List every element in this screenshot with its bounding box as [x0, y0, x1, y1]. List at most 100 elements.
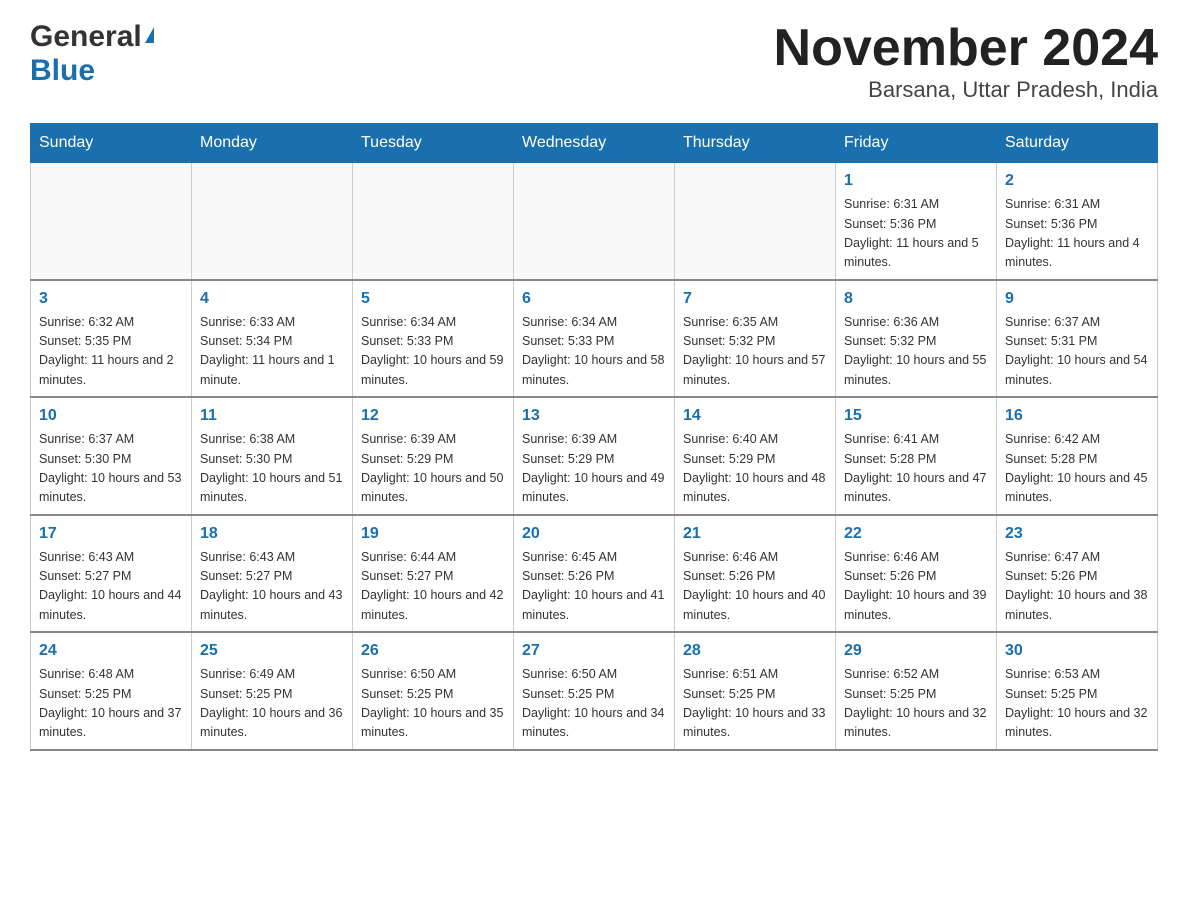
day-info: Sunrise: 6:52 AMSunset: 5:25 PMDaylight:…	[844, 665, 988, 743]
day-info: Sunrise: 6:49 AMSunset: 5:25 PMDaylight:…	[200, 665, 344, 743]
day-number: 21	[683, 522, 827, 546]
day-number: 24	[39, 639, 183, 663]
col-thursday: Thursday	[675, 124, 836, 163]
title-block: November 2024 Barsana, Uttar Pradesh, In…	[774, 20, 1158, 103]
table-row: 18Sunrise: 6:43 AMSunset: 5:27 PMDayligh…	[192, 515, 353, 633]
day-info: Sunrise: 6:50 AMSunset: 5:25 PMDaylight:…	[522, 665, 666, 743]
table-row: 19Sunrise: 6:44 AMSunset: 5:27 PMDayligh…	[353, 515, 514, 633]
table-row: 14Sunrise: 6:40 AMSunset: 5:29 PMDayligh…	[675, 397, 836, 515]
calendar-title: November 2024	[774, 20, 1158, 77]
day-number: 12	[361, 404, 505, 428]
col-friday: Friday	[836, 124, 997, 163]
day-info: Sunrise: 6:43 AMSunset: 5:27 PMDaylight:…	[39, 548, 183, 626]
calendar-week-row: 10Sunrise: 6:37 AMSunset: 5:30 PMDayligh…	[31, 397, 1158, 515]
day-info: Sunrise: 6:35 AMSunset: 5:32 PMDaylight:…	[683, 313, 827, 391]
table-row: 29Sunrise: 6:52 AMSunset: 5:25 PMDayligh…	[836, 632, 997, 750]
day-info: Sunrise: 6:31 AMSunset: 5:36 PMDaylight:…	[844, 195, 988, 273]
table-row: 3Sunrise: 6:32 AMSunset: 5:35 PMDaylight…	[31, 280, 192, 398]
day-info: Sunrise: 6:43 AMSunset: 5:27 PMDaylight:…	[200, 548, 344, 626]
day-number: 27	[522, 639, 666, 663]
day-info: Sunrise: 6:50 AMSunset: 5:25 PMDaylight:…	[361, 665, 505, 743]
day-number: 3	[39, 287, 183, 311]
table-row	[192, 163, 353, 280]
day-number: 4	[200, 287, 344, 311]
day-number: 20	[522, 522, 666, 546]
day-number: 9	[1005, 287, 1149, 311]
day-number: 15	[844, 404, 988, 428]
table-row: 1Sunrise: 6:31 AMSunset: 5:36 PMDaylight…	[836, 163, 997, 280]
table-row: 27Sunrise: 6:50 AMSunset: 5:25 PMDayligh…	[514, 632, 675, 750]
table-row: 16Sunrise: 6:42 AMSunset: 5:28 PMDayligh…	[997, 397, 1158, 515]
table-row	[675, 163, 836, 280]
table-row: 9Sunrise: 6:37 AMSunset: 5:31 PMDaylight…	[997, 280, 1158, 398]
day-number: 7	[683, 287, 827, 311]
day-info: Sunrise: 6:32 AMSunset: 5:35 PMDaylight:…	[39, 313, 183, 391]
table-row: 2Sunrise: 6:31 AMSunset: 5:36 PMDaylight…	[997, 163, 1158, 280]
day-number: 28	[683, 639, 827, 663]
page-header: General Blue November 2024 Barsana, Utta…	[30, 20, 1158, 103]
day-info: Sunrise: 6:39 AMSunset: 5:29 PMDaylight:…	[361, 430, 505, 508]
day-info: Sunrise: 6:31 AMSunset: 5:36 PMDaylight:…	[1005, 195, 1149, 273]
day-info: Sunrise: 6:41 AMSunset: 5:28 PMDaylight:…	[844, 430, 988, 508]
table-row: 23Sunrise: 6:47 AMSunset: 5:26 PMDayligh…	[997, 515, 1158, 633]
calendar-header-row: Sunday Monday Tuesday Wednesday Thursday…	[31, 124, 1158, 163]
day-info: Sunrise: 6:39 AMSunset: 5:29 PMDaylight:…	[522, 430, 666, 508]
logo: General Blue	[30, 20, 154, 88]
day-info: Sunrise: 6:38 AMSunset: 5:30 PMDaylight:…	[200, 430, 344, 508]
day-number: 17	[39, 522, 183, 546]
day-info: Sunrise: 6:45 AMSunset: 5:26 PMDaylight:…	[522, 548, 666, 626]
table-row: 24Sunrise: 6:48 AMSunset: 5:25 PMDayligh…	[31, 632, 192, 750]
table-row: 7Sunrise: 6:35 AMSunset: 5:32 PMDaylight…	[675, 280, 836, 398]
day-number: 25	[200, 639, 344, 663]
day-info: Sunrise: 6:47 AMSunset: 5:26 PMDaylight:…	[1005, 548, 1149, 626]
calendar-week-row: 17Sunrise: 6:43 AMSunset: 5:27 PMDayligh…	[31, 515, 1158, 633]
col-monday: Monday	[192, 124, 353, 163]
day-number: 6	[522, 287, 666, 311]
calendar-week-row: 1Sunrise: 6:31 AMSunset: 5:36 PMDaylight…	[31, 163, 1158, 280]
day-info: Sunrise: 6:51 AMSunset: 5:25 PMDaylight:…	[683, 665, 827, 743]
table-row: 30Sunrise: 6:53 AMSunset: 5:25 PMDayligh…	[997, 632, 1158, 750]
day-info: Sunrise: 6:44 AMSunset: 5:27 PMDaylight:…	[361, 548, 505, 626]
table-row: 17Sunrise: 6:43 AMSunset: 5:27 PMDayligh…	[31, 515, 192, 633]
table-row	[353, 163, 514, 280]
day-info: Sunrise: 6:33 AMSunset: 5:34 PMDaylight:…	[200, 313, 344, 391]
day-info: Sunrise: 6:34 AMSunset: 5:33 PMDaylight:…	[522, 313, 666, 391]
day-number: 2	[1005, 169, 1149, 193]
day-number: 18	[200, 522, 344, 546]
day-info: Sunrise: 6:34 AMSunset: 5:33 PMDaylight:…	[361, 313, 505, 391]
day-number: 1	[844, 169, 988, 193]
logo-triangle-icon	[145, 27, 154, 43]
calendar-week-row: 3Sunrise: 6:32 AMSunset: 5:35 PMDaylight…	[31, 280, 1158, 398]
col-sunday: Sunday	[31, 124, 192, 163]
table-row: 12Sunrise: 6:39 AMSunset: 5:29 PMDayligh…	[353, 397, 514, 515]
calendar-table: Sunday Monday Tuesday Wednesday Thursday…	[30, 123, 1158, 751]
table-row: 15Sunrise: 6:41 AMSunset: 5:28 PMDayligh…	[836, 397, 997, 515]
day-info: Sunrise: 6:37 AMSunset: 5:30 PMDaylight:…	[39, 430, 183, 508]
day-number: 30	[1005, 639, 1149, 663]
table-row: 28Sunrise: 6:51 AMSunset: 5:25 PMDayligh…	[675, 632, 836, 750]
day-number: 16	[1005, 404, 1149, 428]
day-number: 10	[39, 404, 183, 428]
col-tuesday: Tuesday	[353, 124, 514, 163]
day-info: Sunrise: 6:48 AMSunset: 5:25 PMDaylight:…	[39, 665, 183, 743]
table-row: 21Sunrise: 6:46 AMSunset: 5:26 PMDayligh…	[675, 515, 836, 633]
table-row: 6Sunrise: 6:34 AMSunset: 5:33 PMDaylight…	[514, 280, 675, 398]
table-row: 20Sunrise: 6:45 AMSunset: 5:26 PMDayligh…	[514, 515, 675, 633]
table-row	[514, 163, 675, 280]
day-info: Sunrise: 6:46 AMSunset: 5:26 PMDaylight:…	[683, 548, 827, 626]
table-row	[31, 163, 192, 280]
day-number: 29	[844, 639, 988, 663]
table-row: 25Sunrise: 6:49 AMSunset: 5:25 PMDayligh…	[192, 632, 353, 750]
day-number: 8	[844, 287, 988, 311]
table-row: 10Sunrise: 6:37 AMSunset: 5:30 PMDayligh…	[31, 397, 192, 515]
col-wednesday: Wednesday	[514, 124, 675, 163]
col-saturday: Saturday	[997, 124, 1158, 163]
table-row: 8Sunrise: 6:36 AMSunset: 5:32 PMDaylight…	[836, 280, 997, 398]
day-info: Sunrise: 6:40 AMSunset: 5:29 PMDaylight:…	[683, 430, 827, 508]
table-row: 4Sunrise: 6:33 AMSunset: 5:34 PMDaylight…	[192, 280, 353, 398]
table-row: 13Sunrise: 6:39 AMSunset: 5:29 PMDayligh…	[514, 397, 675, 515]
day-number: 22	[844, 522, 988, 546]
table-row: 22Sunrise: 6:46 AMSunset: 5:26 PMDayligh…	[836, 515, 997, 633]
table-row: 11Sunrise: 6:38 AMSunset: 5:30 PMDayligh…	[192, 397, 353, 515]
day-number: 5	[361, 287, 505, 311]
